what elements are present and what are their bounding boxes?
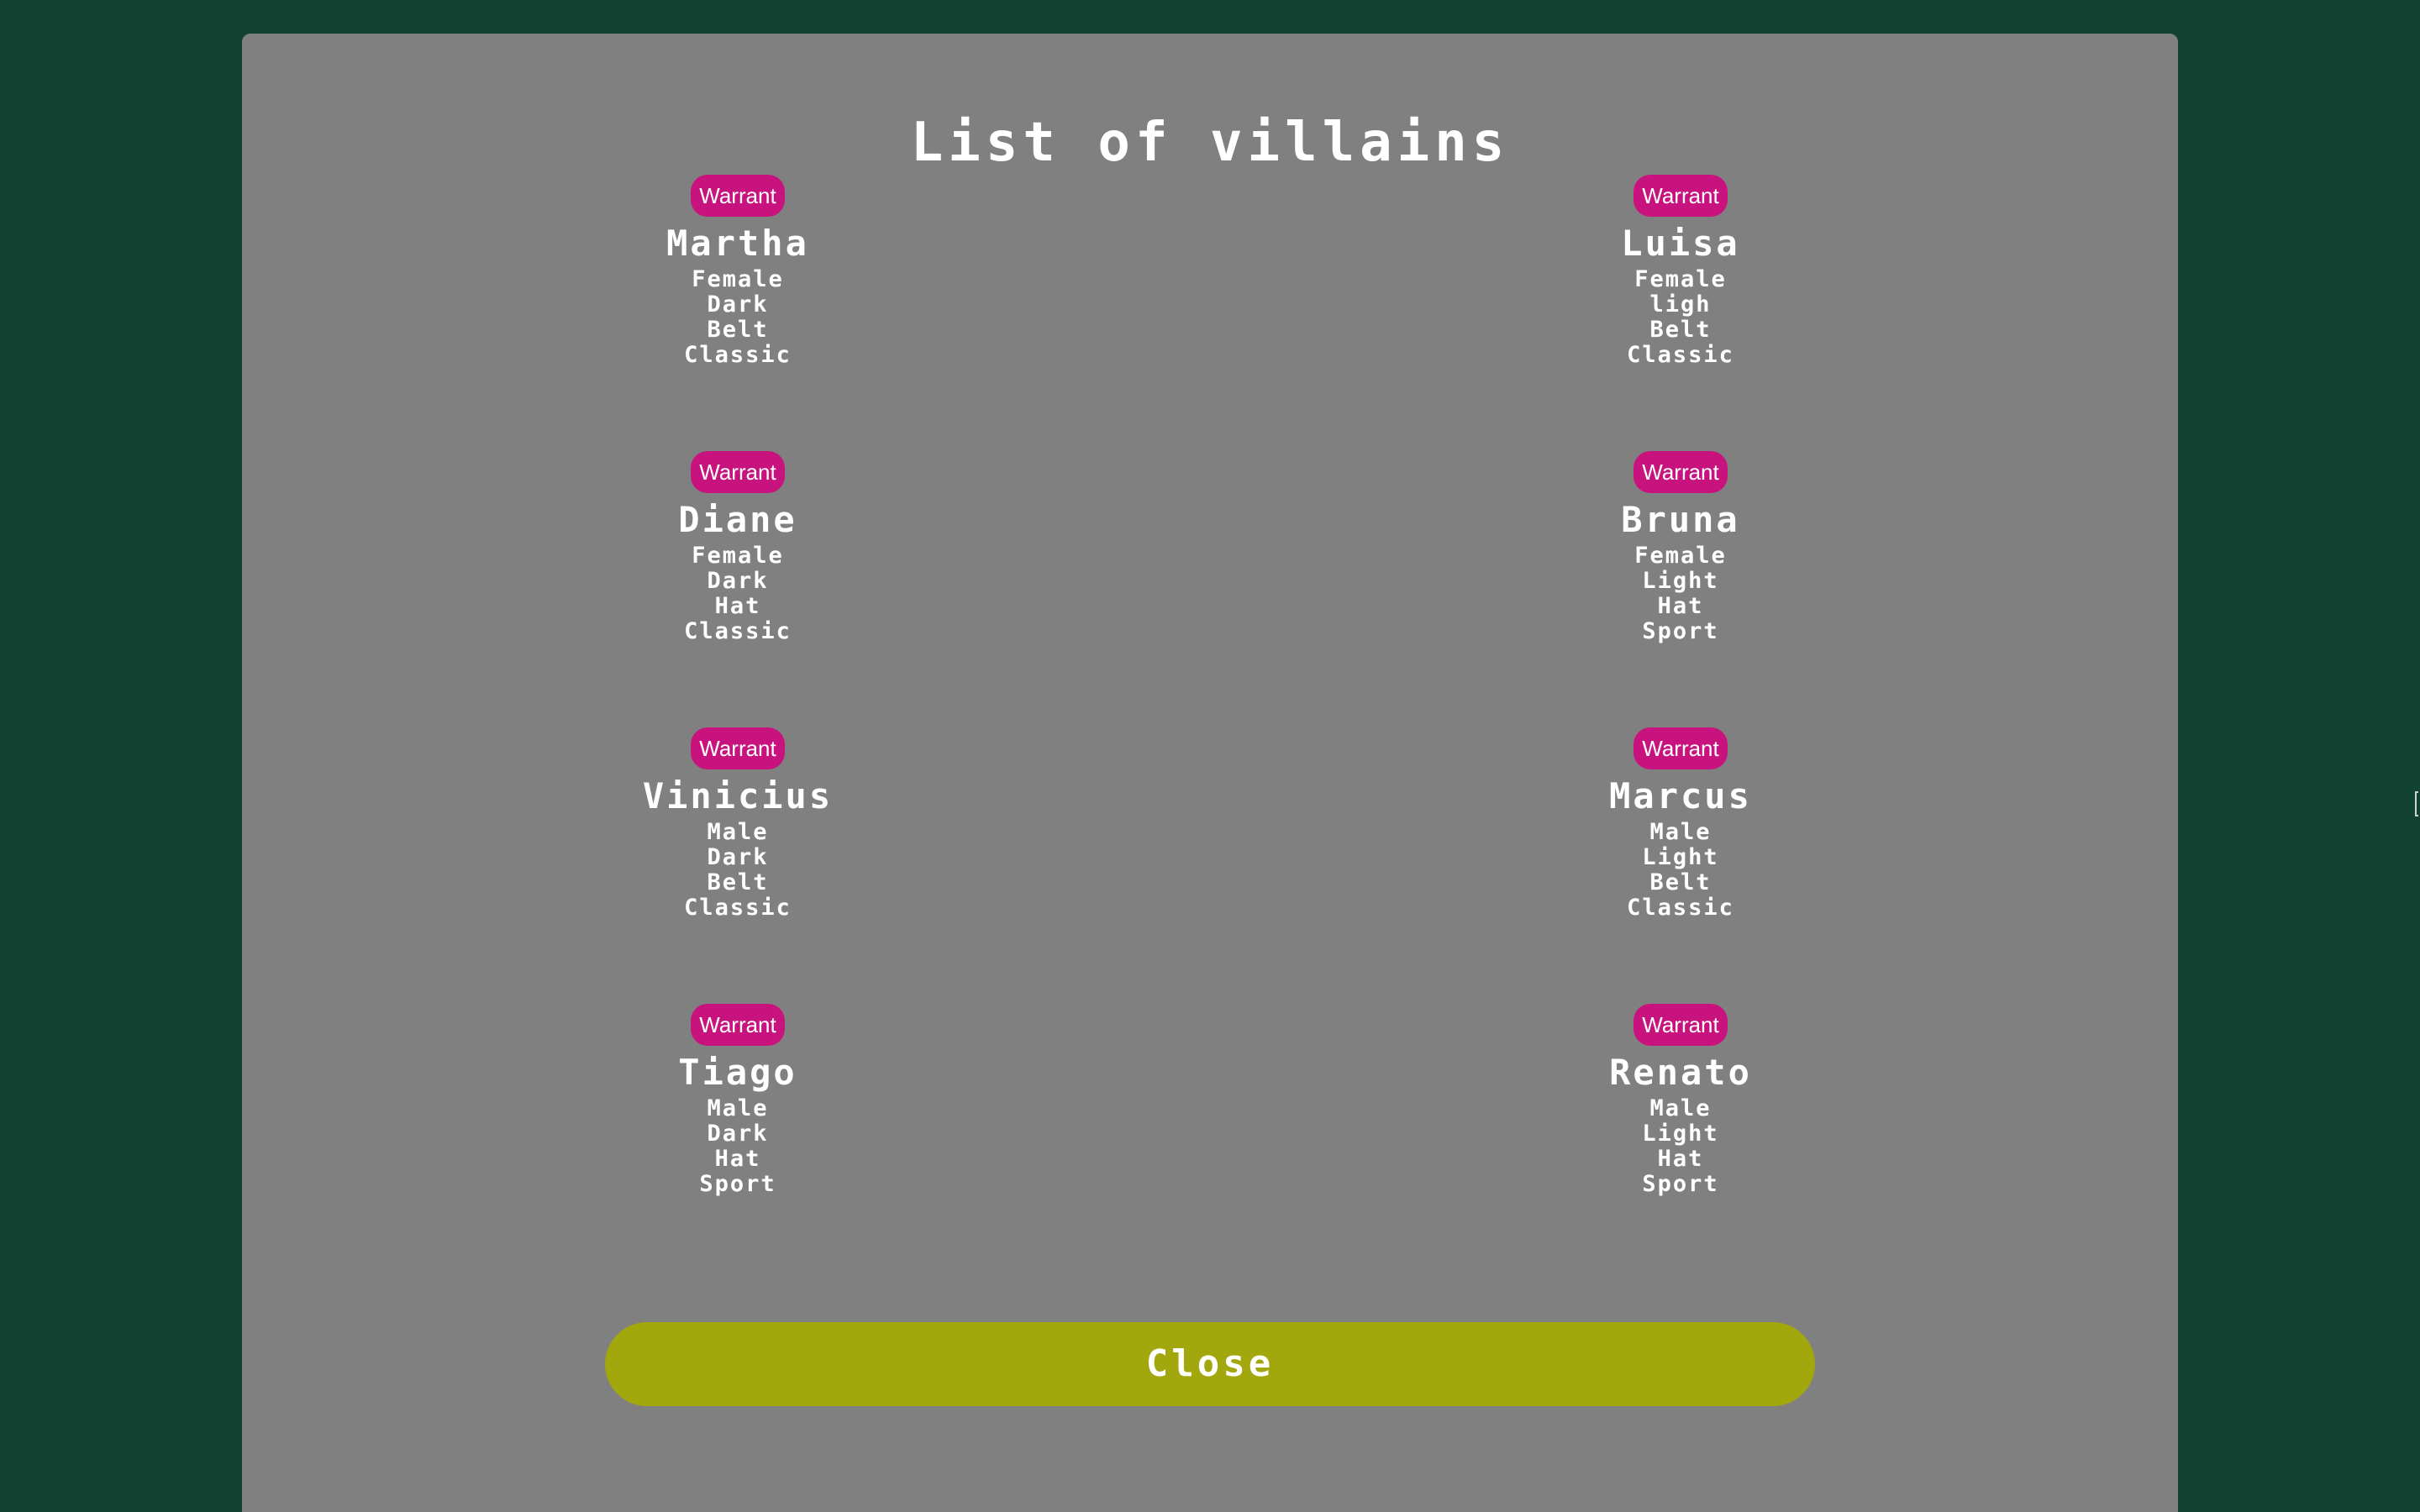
warrant-button[interactable]: Warrant — [691, 1004, 785, 1046]
villain-accessory: Belt — [1649, 869, 1712, 895]
villain-hair: ligh — [1649, 291, 1712, 318]
villain-hair: Dark — [707, 1121, 769, 1147]
villain-name: Diane — [678, 499, 797, 540]
villain-name: Martha — [666, 223, 809, 264]
villains-modal: List of villains Warrant Martha Female D… — [242, 34, 2178, 1512]
warrant-button[interactable]: Warrant — [1634, 1004, 1728, 1046]
villain-style: Classic — [684, 342, 792, 368]
scroll-edge-marker — [2415, 791, 2418, 816]
villain-name: Luisa — [1621, 223, 1740, 264]
villain-sex: Male — [1649, 1095, 1712, 1121]
villain-sex: Male — [1649, 819, 1712, 845]
villain-card: Warrant Diane Female Dark Hat Classic — [502, 451, 973, 644]
villain-style: Classic — [1627, 895, 1734, 921]
villain-name: Renato — [1609, 1052, 1752, 1093]
villain-style: Sport — [1642, 1171, 1719, 1197]
close-button[interactable]: Close — [605, 1322, 1815, 1406]
villain-style: Sport — [1642, 618, 1719, 644]
villain-style: Sport — [699, 1171, 776, 1197]
villain-sex: Female — [692, 266, 784, 292]
villain-sex: Female — [692, 543, 784, 569]
villain-accessory: Hat — [714, 1146, 761, 1172]
villain-card: Warrant Martha Female Dark Belt Classic — [502, 175, 973, 368]
villain-accessory: Belt — [707, 869, 769, 895]
page: List of villains Warrant Martha Female D… — [0, 0, 2420, 1512]
villain-hair: Dark — [707, 291, 769, 318]
villain-accessory: Hat — [1657, 1146, 1704, 1172]
villain-hair: Light — [1642, 844, 1719, 870]
villain-accessory: Belt — [707, 317, 769, 343]
warrant-button[interactable]: Warrant — [1634, 727, 1728, 769]
villain-style: Classic — [1627, 342, 1734, 368]
villain-name: Marcus — [1609, 775, 1752, 816]
villain-accessory: Belt — [1649, 317, 1712, 343]
villain-sex: Male — [707, 1095, 769, 1121]
villain-accessory: Hat — [1657, 593, 1704, 619]
villain-card: Warrant Vinicius Male Dark Belt Classic — [502, 727, 973, 921]
villain-card: Warrant Renato Male Light Hat Sport — [1445, 1004, 1916, 1197]
villain-card: Warrant Luisa Female ligh Belt Classic — [1445, 175, 1916, 368]
villain-hair: Dark — [707, 568, 769, 594]
villain-accessory: Hat — [714, 593, 761, 619]
villain-name: Vinicius — [642, 775, 834, 816]
villain-sex: Female — [1634, 543, 1727, 569]
villain-card: Warrant Bruna Female Light Hat Sport — [1445, 451, 1916, 644]
warrant-button[interactable]: Warrant — [1634, 451, 1728, 493]
villain-style: Classic — [684, 618, 792, 644]
villain-card: Warrant Tiago Male Dark Hat Sport — [502, 1004, 973, 1197]
warrant-button[interactable]: Warrant — [691, 727, 785, 769]
villain-hair: Dark — [707, 844, 769, 870]
villain-name: Tiago — [678, 1052, 797, 1093]
warrant-button[interactable]: Warrant — [691, 451, 785, 493]
warrant-button[interactable]: Warrant — [691, 175, 785, 217]
villain-style: Classic — [684, 895, 792, 921]
villain-sex: Male — [707, 819, 769, 845]
villain-name: Bruna — [1621, 499, 1740, 540]
villain-card: Warrant Marcus Male Light Belt Classic — [1445, 727, 1916, 921]
villain-hair: Light — [1642, 1121, 1719, 1147]
villain-hair: Light — [1642, 568, 1719, 594]
modal-title: List of villains — [910, 112, 1510, 174]
villain-sex: Female — [1634, 266, 1727, 292]
warrant-button[interactable]: Warrant — [1634, 175, 1728, 217]
